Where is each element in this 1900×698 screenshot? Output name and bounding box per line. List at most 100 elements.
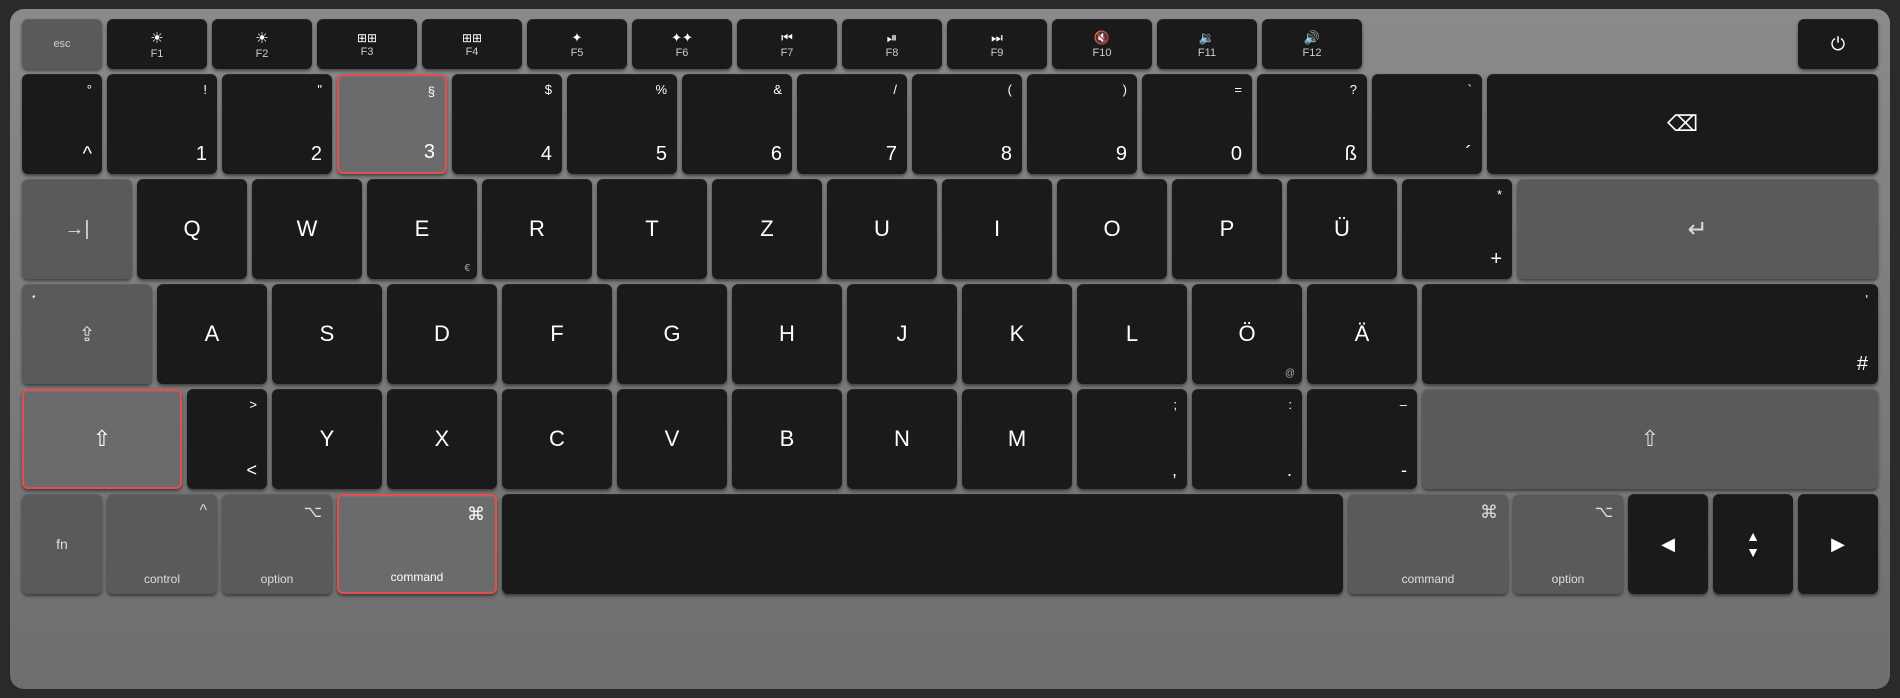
key-d[interactable]: D xyxy=(387,284,497,384)
key-arrow-up-down[interactable]: ▲ ▼ xyxy=(1713,494,1793,594)
key-4[interactable]: $ 4 xyxy=(452,74,562,174)
key-minus[interactable]: – - xyxy=(1307,389,1417,489)
key-q[interactable]: Q xyxy=(137,179,247,279)
key-space[interactable] xyxy=(502,494,1343,594)
oe-sublabel: @ xyxy=(1285,368,1295,379)
arrow-left-icon: ◀ xyxy=(1661,534,1675,555)
arrow-up-icon: ▲ xyxy=(1746,528,1760,544)
key-arrow-left[interactable]: ◀ xyxy=(1628,494,1708,594)
f4-icon: ⊞⊞ xyxy=(462,31,482,45)
key-n[interactable]: N xyxy=(847,389,957,489)
key-5[interactable]: % 5 xyxy=(567,74,677,174)
key-i[interactable]: I xyxy=(942,179,1052,279)
key-shift-right[interactable]: ⇧ xyxy=(1422,389,1878,489)
key-backtick[interactable]: ° ^ xyxy=(22,74,102,174)
key-period[interactable]: : . xyxy=(1192,389,1302,489)
key4-top: $ xyxy=(545,82,552,97)
key-l[interactable]: L xyxy=(1077,284,1187,384)
key2-bottom: 2 xyxy=(311,143,322,166)
key-s[interactable]: S xyxy=(272,284,382,384)
key-power[interactable]: ⏻ xyxy=(1798,19,1878,69)
key-oe[interactable]: Ö @ xyxy=(1192,284,1302,384)
key-f12[interactable]: 🔊 F12 xyxy=(1262,19,1362,69)
option-left-top: ⌥ xyxy=(304,502,322,522)
key-f[interactable]: F xyxy=(502,284,612,384)
key-j[interactable]: J xyxy=(847,284,957,384)
key-v[interactable]: V xyxy=(617,389,727,489)
key-r[interactable]: R xyxy=(482,179,592,279)
key-e[interactable]: E € xyxy=(367,179,477,279)
key-f6[interactable]: ✦✦ F6 xyxy=(632,19,732,69)
key-command-left[interactable]: ⌘ command xyxy=(337,494,497,594)
r-label: R xyxy=(529,216,545,242)
function-row: esc ☀ F1 ☀ F2 ⊞⊞ F3 ⊞⊞ F4 xyxy=(22,19,1878,69)
key-k[interactable]: K xyxy=(962,284,1072,384)
key-f2[interactable]: ☀ F2 xyxy=(212,19,312,69)
acute-top: ` xyxy=(1468,82,1472,97)
key-a[interactable]: A xyxy=(157,284,267,384)
key-p[interactable]: P xyxy=(1172,179,1282,279)
key3-top: § xyxy=(428,84,435,99)
key-f4[interactable]: ⊞⊞ F4 xyxy=(422,19,522,69)
key-3[interactable]: § 3 xyxy=(337,74,447,174)
key-control[interactable]: ^ control xyxy=(107,494,217,594)
key-1[interactable]: ! 1 xyxy=(107,74,217,174)
key-f3[interactable]: ⊞⊞ F3 xyxy=(317,19,417,69)
key-z[interactable]: Z xyxy=(712,179,822,279)
control-bottom: control xyxy=(144,572,180,586)
key-f1[interactable]: ☀ F1 xyxy=(107,19,207,69)
key-command-right[interactable]: ⌘ command xyxy=(1348,494,1508,594)
backtick-top: ° xyxy=(87,82,92,97)
key-2[interactable]: " 2 xyxy=(222,74,332,174)
key-9[interactable]: ) 9 xyxy=(1027,74,1137,174)
key-c[interactable]: C xyxy=(502,389,612,489)
key-option-right[interactable]: ⌥ option xyxy=(1513,494,1623,594)
capslock-dot: • xyxy=(32,292,36,303)
key-comma[interactable]: ; , xyxy=(1077,389,1187,489)
key-ue[interactable]: Ü xyxy=(1287,179,1397,279)
key-g[interactable]: G xyxy=(617,284,727,384)
fn-label: fn xyxy=(56,536,68,552)
key-option-left[interactable]: ⌥ option xyxy=(222,494,332,594)
key-less[interactable]: > < xyxy=(187,389,267,489)
acute-bottom: ´ xyxy=(1465,143,1472,166)
key-o[interactable]: O xyxy=(1057,179,1167,279)
key-w[interactable]: W xyxy=(252,179,362,279)
key8-bottom: 8 xyxy=(1001,143,1012,166)
key-ae[interactable]: Ä xyxy=(1307,284,1417,384)
key-f5[interactable]: ✦ F5 xyxy=(527,19,627,69)
key-arrow-right[interactable]: ▶ xyxy=(1798,494,1878,594)
key-capslock[interactable]: • ⇪ xyxy=(22,284,152,384)
key-x[interactable]: X xyxy=(387,389,497,489)
key-plus[interactable]: * + xyxy=(1402,179,1512,279)
key-esc[interactable]: esc xyxy=(22,19,102,69)
key-t[interactable]: T xyxy=(597,179,707,279)
key-8[interactable]: ( 8 xyxy=(912,74,1022,174)
comma-bottom: , xyxy=(1172,460,1177,481)
key-y[interactable]: Y xyxy=(272,389,382,489)
key-shift-left[interactable]: ⇧ xyxy=(22,389,182,489)
y-label: Y xyxy=(320,426,335,452)
key-6[interactable]: & 6 xyxy=(682,74,792,174)
key-7[interactable]: / 7 xyxy=(797,74,907,174)
key-h[interactable]: H xyxy=(732,284,842,384)
key-enter[interactable]: ↵ xyxy=(1517,179,1878,279)
key-m[interactable]: M xyxy=(962,389,1072,489)
key-u[interactable]: U xyxy=(827,179,937,279)
key-hash[interactable]: ' # xyxy=(1422,284,1878,384)
key-f8[interactable]: ⏯ F8 xyxy=(842,19,942,69)
key-0[interactable]: = 0 xyxy=(1142,74,1252,174)
key-backspace[interactable]: ⌫ xyxy=(1487,74,1878,174)
b-label: B xyxy=(780,426,795,452)
key-f11[interactable]: 🔉 F11 xyxy=(1157,19,1257,69)
key-f7[interactable]: ⏮ F7 xyxy=(737,19,837,69)
key-b[interactable]: B xyxy=(732,389,842,489)
key-tab[interactable]: →| xyxy=(22,179,132,279)
f1-icon: ☀ xyxy=(150,29,163,47)
key-fn[interactable]: fn xyxy=(22,494,102,594)
key-f10[interactable]: 🔇 F10 xyxy=(1052,19,1152,69)
key-f9[interactable]: ⏭ F9 xyxy=(947,19,1047,69)
f1-label: F1 xyxy=(151,48,164,60)
key-ss[interactable]: ? ß xyxy=(1257,74,1367,174)
key-acute[interactable]: ` ´ xyxy=(1372,74,1482,174)
